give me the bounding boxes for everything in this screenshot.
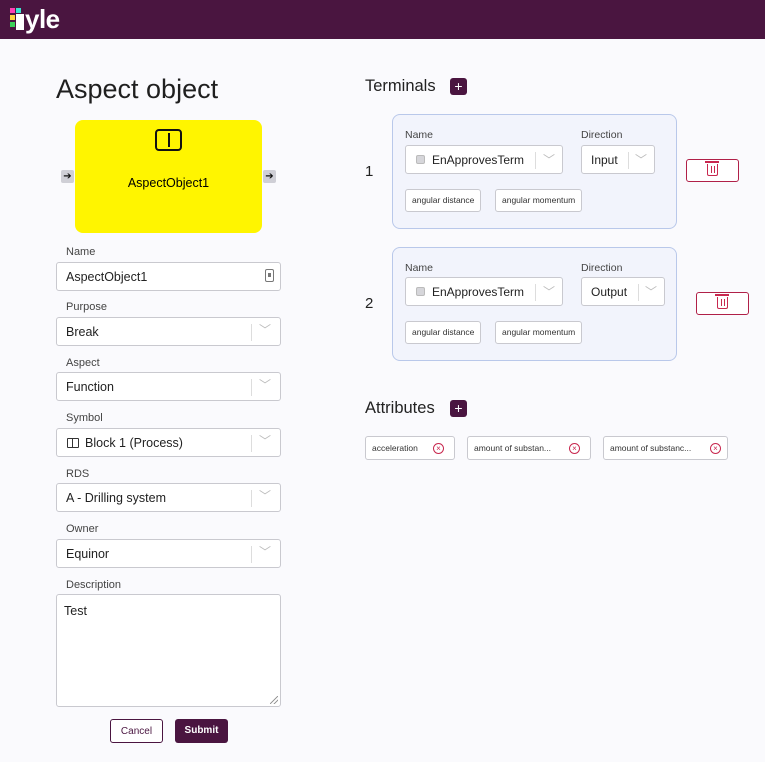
terminal-card: Name EnApprovesTerm ﹀ Direction Input ﹀ … — [392, 114, 677, 229]
purpose-label: Purpose — [66, 301, 107, 313]
terminal-color-icon — [416, 287, 425, 296]
terminals-title: Terminals — [365, 77, 436, 95]
remove-circle-icon[interactable]: × — [710, 443, 721, 454]
terminal-direction-label: Direction — [581, 129, 623, 141]
block-symbol-icon — [67, 438, 79, 448]
chevron-down-icon[interactable]: ﹀ — [543, 284, 555, 300]
terminal-attribute-chip[interactable]: angular momentum — [495, 189, 583, 212]
add-terminal-button[interactable]: + — [450, 78, 467, 95]
terminal-attribute-chip[interactable]: angular distance — [405, 321, 482, 344]
divider — [251, 379, 252, 396]
input-port-arrow-icon: ➔ — [61, 170, 74, 183]
aspect-select[interactable]: Function ﹀ — [56, 372, 281, 401]
add-attribute-button[interactable]: + — [450, 400, 467, 417]
purpose-select[interactable]: Break ﹀ — [56, 317, 281, 346]
attribute-chip-label: amount of substanc... — [610, 443, 692, 453]
terminal-card: Name EnApprovesTerm ﹀ Direction Output ﹀… — [392, 247, 677, 361]
chevron-down-icon[interactable]: ﹀ — [259, 322, 271, 338]
chevron-down-icon[interactable]: ﹀ — [259, 433, 271, 449]
logo-text: yle — [25, 4, 60, 34]
terminal-name-value: EnApprovesTerm — [432, 285, 525, 299]
chevron-down-icon[interactable]: ﹀ — [635, 152, 647, 168]
chevron-down-icon[interactable]: ﹀ — [259, 488, 271, 504]
owner-value: Equinor — [66, 547, 110, 561]
top-bar: yle — [0, 0, 765, 39]
page-title: Aspect object — [56, 74, 219, 104]
remove-circle-icon[interactable]: × — [433, 443, 444, 454]
chevron-down-icon[interactable]: ﹀ — [259, 377, 271, 393]
divider — [535, 152, 536, 169]
terminal-name-select[interactable]: EnApprovesTerm ﹀ — [405, 277, 563, 306]
submit-button[interactable]: Submit — [175, 719, 228, 743]
attribute-chip-label: acceleration — [372, 443, 418, 453]
terminal-attribute-chip[interactable]: angular momentum — [495, 321, 583, 344]
terminal-direction-select[interactable]: Input ﹀ — [581, 145, 655, 174]
terminal-name-value: EnApprovesTerm — [432, 153, 525, 167]
divider — [251, 324, 252, 341]
terminal-attribute-chip[interactable]: angular distance — [405, 189, 482, 212]
attribute-chip[interactable]: amount of substan... × — [467, 436, 591, 460]
remove-circle-icon[interactable]: × — [569, 443, 580, 454]
rds-label: RDS — [66, 468, 90, 480]
divider — [251, 546, 252, 563]
logo-mark-icon — [10, 8, 24, 30]
delete-terminal-button[interactable] — [696, 292, 749, 315]
description-label: Description — [66, 579, 122, 591]
rds-select[interactable]: A - Drilling system ﹀ — [56, 483, 281, 512]
attribute-chip[interactable]: acceleration × — [365, 436, 455, 460]
tyle-logo[interactable]: yle — [10, 5, 60, 33]
node-label: AspectObject1 — [127, 176, 210, 190]
attribute-chip[interactable]: amount of substanc... × — [603, 436, 728, 460]
chevron-down-icon[interactable]: ﹀ — [645, 284, 657, 300]
symbol-label: Symbol — [66, 412, 103, 424]
terminal-direction-label: Direction — [581, 262, 623, 274]
terminal-direction-select[interactable]: Output ﹀ — [581, 277, 665, 306]
trash-icon — [715, 294, 729, 309]
password-manager-icon[interactable] — [265, 269, 274, 282]
divider — [628, 152, 629, 169]
attribute-chip-label: amount of substan... — [474, 443, 552, 453]
cancel-button[interactable]: Cancel — [110, 719, 163, 743]
block-symbol-icon — [155, 129, 182, 151]
aspect-label: Aspect — [66, 357, 100, 369]
name-label: Name — [66, 246, 96, 258]
trash-icon — [705, 161, 719, 176]
output-port-arrow-icon: ➔ — [263, 170, 276, 183]
symbol-value: Block 1 (Process) — [85, 436, 183, 450]
description-textarea[interactable]: Test — [56, 594, 281, 707]
terminal-name-select[interactable]: EnApprovesTerm ﹀ — [405, 145, 563, 174]
chevron-down-icon[interactable]: ﹀ — [259, 544, 271, 560]
terminal-index: 1 — [365, 163, 374, 180]
aspect-object-preview: AspectObject1 — [75, 120, 262, 233]
terminal-index: 2 — [365, 295, 374, 312]
terminal-name-label: Name — [405, 129, 434, 141]
rds-value: A - Drilling system — [66, 491, 167, 505]
terminal-direction-value: Input — [591, 153, 618, 167]
resize-handle-icon[interactable] — [270, 696, 278, 704]
divider — [535, 284, 536, 301]
terminal-name-label: Name — [405, 262, 434, 274]
attributes-title: Attributes — [365, 399, 435, 417]
owner-select[interactable]: Equinor ﹀ — [56, 539, 281, 568]
aspect-value: Function — [66, 380, 114, 394]
description-value: Test — [64, 604, 87, 618]
name-input[interactable]: AspectObject1 — [56, 262, 281, 291]
chevron-down-icon[interactable]: ﹀ — [543, 152, 555, 168]
name-value: AspectObject1 — [66, 270, 148, 284]
divider — [251, 490, 252, 507]
terminal-direction-value: Output — [591, 285, 628, 299]
owner-label: Owner — [66, 523, 99, 535]
symbol-select[interactable]: Block 1 (Process) ﹀ — [56, 428, 281, 457]
divider — [251, 435, 252, 452]
delete-terminal-button[interactable] — [686, 159, 739, 182]
divider — [638, 284, 639, 301]
terminal-color-icon — [416, 155, 425, 164]
purpose-value: Break — [66, 325, 99, 339]
